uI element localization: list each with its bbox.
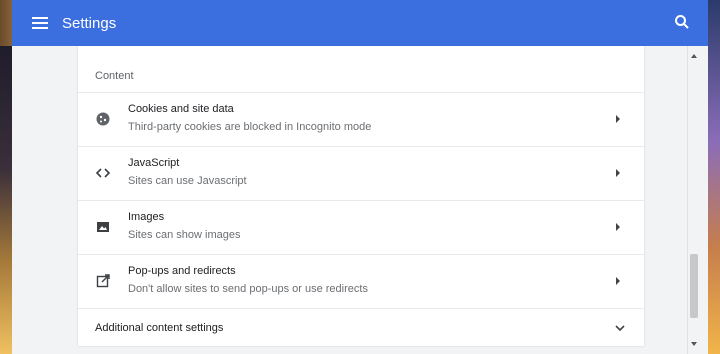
wallpaper-left [0,46,12,354]
scrollbar[interactable] [687,46,700,354]
arrow-right-icon [616,169,620,177]
scroll-thumb[interactable] [690,254,698,318]
settings-page: Content Cookies and site data Third-part… [12,46,708,354]
content-settings-card: Content Cookies and site data Third-part… [78,46,644,346]
search-icon[interactable] [674,14,690,30]
image-icon [97,222,109,232]
list-item-title: Cookies and site data [128,103,234,115]
list-item-subtitle: Third-party cookies are blocked in Incog… [128,121,372,133]
cookie-icon [96,112,110,126]
list-item-subtitle: Sites can use Javascript [128,175,247,187]
scroll-up-icon[interactable] [691,54,697,58]
list-item-images[interactable]: Images Sites can show images [78,200,644,254]
list-item-popups[interactable]: Pop-ups and redirects Don't allow sites … [78,254,644,308]
additional-content-settings[interactable]: Additional content settings [78,308,644,347]
arrow-right-icon [616,277,620,285]
arrow-right-icon [616,223,620,231]
code-icon [95,168,111,178]
list-item-javascript[interactable]: JavaScript Sites can use Javascript [78,146,644,200]
chevron-down-icon[interactable] [614,322,626,334]
list-item-title: JavaScript [128,157,180,169]
page-title: Settings [62,14,117,32]
app-bar: Settings [12,0,708,46]
open-in-new-icon [96,274,110,288]
list-item-subtitle: Don't allow sites to send pop-ups or use… [128,283,368,295]
menu-icon[interactable] [32,17,48,29]
additional-content-settings-label: Additional content settings [95,322,224,334]
list-item-title: Images [128,211,165,223]
list-item-title: Pop-ups and redirects [128,265,236,277]
scroll-down-icon[interactable] [691,342,697,346]
list-item-cookies[interactable]: Cookies and site data Third-party cookie… [78,92,644,146]
list-item-subtitle: Sites can show images [128,229,241,241]
arrow-right-icon [616,115,620,123]
section-title: Content [95,70,134,82]
